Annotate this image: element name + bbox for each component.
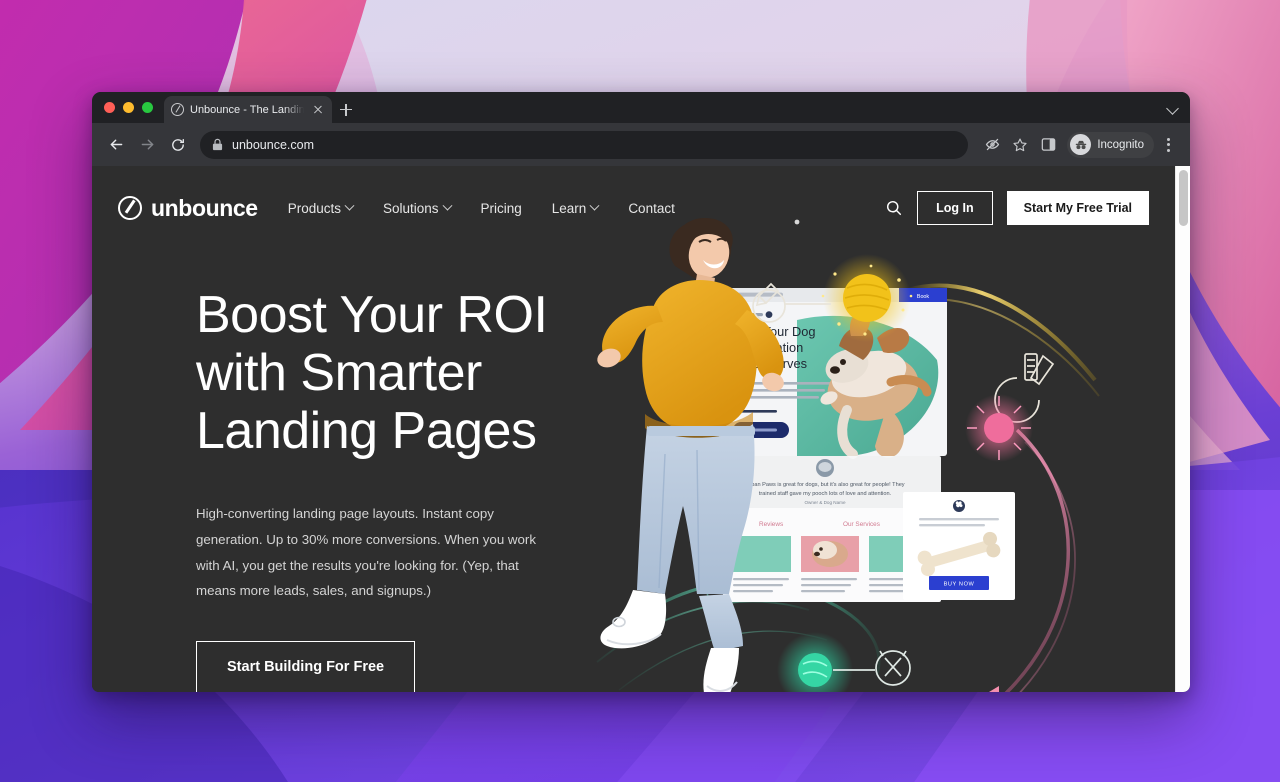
browser-window: Unbounce - The Landing Page [92, 92, 1190, 692]
back-arrow-icon[interactable] [102, 131, 130, 159]
start-building-button[interactable]: Start Building For Free [196, 641, 416, 692]
svg-text:Owner & Dog Name: Owner & Dog Name [804, 500, 846, 505]
minimize-window-button[interactable] [123, 102, 134, 113]
new-tab-button[interactable] [332, 96, 360, 123]
tab-strip: Unbounce - The Landing Page [92, 92, 1190, 123]
hero-artwork: Book Give Your Dog the Vacation He Deser… [547, 170, 1107, 692]
kebab-menu-icon[interactable] [1156, 132, 1180, 158]
svg-text:Our Services: Our Services [843, 521, 880, 528]
close-icon[interactable] [310, 102, 325, 117]
tab-title: Unbounce - The Landing Page [190, 103, 304, 116]
lock-icon [212, 138, 223, 151]
chevron-down-icon [442, 200, 452, 211]
profile-label: Incognito [1097, 138, 1144, 151]
eye-slash-icon[interactable] [979, 132, 1005, 158]
tab-strip-right [1164, 92, 1182, 123]
unbounce-circle-icon [171, 103, 184, 116]
svg-text:Book: Book [917, 294, 930, 300]
nav-item-products[interactable]: Products [287, 200, 355, 216]
url-text: unbounce.com [232, 137, 315, 152]
nav-item-pricing[interactable]: Pricing [481, 201, 522, 216]
reload-icon[interactable] [164, 131, 192, 159]
close-window-button[interactable] [104, 102, 115, 113]
window-controls[interactable] [101, 92, 164, 123]
nav-label: Pricing [480, 200, 522, 216]
nav-label: Solutions [382, 200, 439, 216]
page-title: Boost Your ROI with Smarter Landing Page… [196, 286, 548, 461]
chevron-down-icon[interactable] [1164, 99, 1182, 117]
svg-text:Reviews: Reviews [759, 521, 783, 528]
side-panel-icon[interactable] [1035, 132, 1061, 158]
play-triangle-icon [989, 686, 999, 692]
hero-copy: Boost Your ROI with Smarter Landing Page… [196, 286, 586, 692]
nav-item-solutions[interactable]: Solutions [382, 200, 452, 216]
nav-label: Products [287, 200, 341, 216]
sneaker-left [600, 590, 667, 649]
page-scrollbar[interactable] [1175, 166, 1190, 692]
chevron-down-icon [344, 200, 355, 211]
hero-subtitle: High-converting landing page layouts. In… [196, 505, 536, 599]
forward-arrow-icon[interactable] [133, 131, 161, 159]
site-logo[interactable]: unbounce [118, 195, 258, 222]
incognito-icon [1070, 134, 1092, 155]
decor-dot [794, 219, 800, 225]
sneaker-right [703, 648, 739, 692]
svg-text:Urban Paws is great for dogs,: Urban Paws is great for dogs, but it's a… [745, 482, 904, 488]
maximize-window-button[interactable] [142, 102, 153, 113]
hero-section: Boost Your ROI with Smarter Landing Page… [92, 218, 1175, 692]
browser-toolbar: unbounce.com Incognito [92, 123, 1190, 166]
mockup-product: BUY NOW [903, 492, 1015, 600]
browser-tab[interactable]: Unbounce - The Landing Page [164, 96, 332, 123]
web-page: unbounce Products Solutions Pricing Lear… [92, 166, 1175, 692]
svg-text:BUY NOW: BUY NOW [944, 582, 975, 588]
page-viewport: unbounce Products Solutions Pricing Lear… [92, 166, 1190, 692]
star-icon[interactable] [1007, 132, 1033, 158]
profile-chip[interactable]: Incognito [1067, 131, 1154, 158]
svg-text:trained staff gave my pooch lo: trained staff gave my pooch lots of love… [759, 491, 892, 497]
address-bar[interactable]: unbounce.com [200, 130, 969, 159]
green-orb [777, 632, 853, 692]
scrollbar-thumb[interactable] [1179, 170, 1188, 226]
toolbar-actions: Incognito [979, 131, 1180, 158]
logo-wordmark: unbounce [151, 194, 258, 221]
unbounce-circle-icon [118, 196, 142, 220]
pink-orb [965, 394, 1033, 462]
